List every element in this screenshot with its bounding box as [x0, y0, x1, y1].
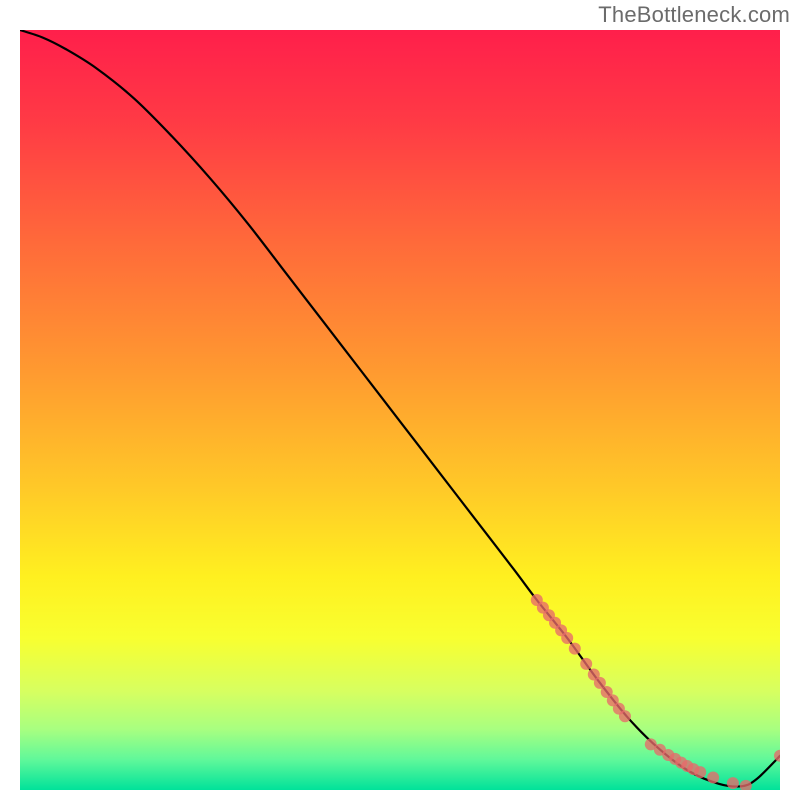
stage: TheBottleneck.com	[0, 0, 800, 800]
marker-dot	[740, 780, 752, 790]
marker-group	[531, 594, 780, 790]
marker-dot	[694, 766, 706, 778]
marker-dot	[569, 643, 581, 655]
bottleneck-curve	[20, 30, 780, 787]
watermark-text: TheBottleneck.com	[598, 2, 790, 28]
marker-dot	[727, 777, 739, 789]
chart-overlay	[20, 30, 780, 790]
marker-dot	[580, 658, 592, 670]
marker-dot	[561, 632, 573, 644]
marker-dot	[619, 710, 631, 722]
plot-area	[20, 30, 780, 790]
marker-dot	[707, 771, 719, 783]
